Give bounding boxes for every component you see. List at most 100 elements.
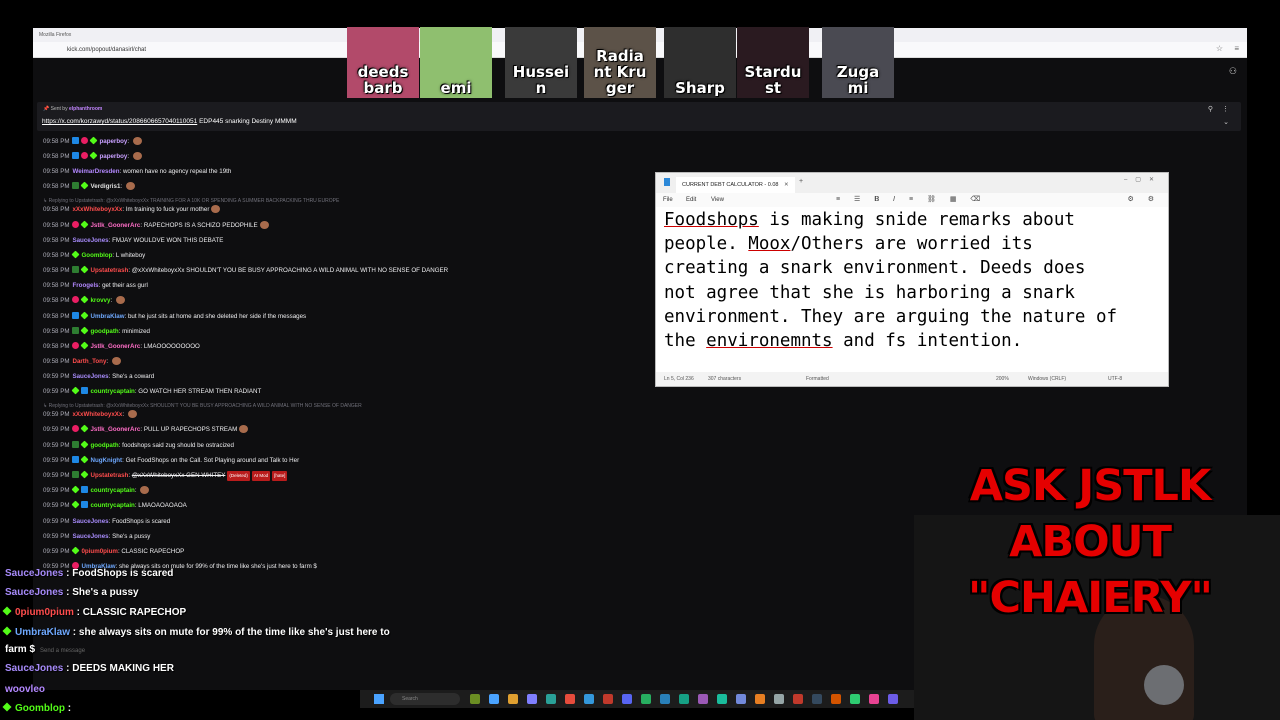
reply-context[interactable]: ↳ Replying to Upstatetrash: @xXxWhiteboy…: [43, 197, 339, 205]
chat-message[interactable]: 09:59 PM countrycaptain:: [43, 485, 150, 496]
new-tab-icon[interactable]: +: [799, 178, 803, 185]
chat-username[interactable]: Darth_Tony: [72, 358, 106, 365]
sub-badge-icon[interactable]: [81, 486, 89, 493]
taskbar-app-icon[interactable]: [508, 694, 518, 704]
chat-username[interactable]: UmbraKlaw: [90, 313, 124, 320]
chat-message[interactable]: 09:59 PM SauceJones: She's a coward: [43, 372, 154, 382]
chat-message[interactable]: 09:58 PM Froogels: get their ass gurl: [43, 281, 148, 291]
chat-message[interactable]: 09:59 PM xXxWhiteboyxXx:: [43, 410, 137, 420]
mod-badge-icon[interactable]: [72, 441, 80, 448]
webcam-tile[interactable]: Hussei n: [505, 27, 577, 98]
chat-message[interactable]: 09:58 PM xXxWhiteboyxXx: Im training to f…: [43, 205, 221, 215]
emote-icon[interactable]: [239, 425, 249, 433]
taskbar-app-icon[interactable]: [622, 694, 632, 704]
close-tab-icon[interactable]: ✕: [784, 182, 789, 188]
settings-icon[interactable]: ⚙ ⚙: [1128, 193, 1161, 207]
chat-username[interactable]: countrycaptain: [90, 388, 134, 395]
taskbar-app-icon[interactable]: [679, 694, 689, 704]
sub-badge-icon[interactable]: [72, 456, 80, 463]
taskbar-app-icon[interactable]: [869, 694, 879, 704]
sub-badge-icon[interactable]: [72, 152, 80, 159]
chat-username[interactable]: NugKnight: [90, 457, 122, 464]
chat-username[interactable]: SauceJones: [72, 533, 108, 540]
sub-badge-icon[interactable]: [81, 501, 89, 508]
sub-badge-icon[interactable]: [81, 387, 89, 394]
taskbar-app-icon[interactable]: [888, 694, 898, 704]
emote-icon[interactable]: [259, 221, 269, 229]
taskbar-app-icon[interactable]: [774, 694, 784, 704]
notepad-tab[interactable]: CURRENT DEBT CALCULATOR - 0.08 ✕: [676, 177, 795, 193]
chat-username[interactable]: paperboy: [99, 153, 127, 160]
chat-message[interactable]: 09:58 PM goodpath: minimized: [43, 326, 150, 337]
notepad-text[interactable]: Foodshops is making snide remarks about p…: [664, 208, 1164, 353]
emote-icon[interactable]: [127, 410, 137, 418]
taskbar-app-icon[interactable]: [584, 694, 594, 704]
chat-username[interactable]: Jstlk_GoonerArc: [90, 426, 140, 433]
vip-badge-icon[interactable]: [72, 221, 80, 228]
gift-badge-icon[interactable]: [81, 470, 89, 479]
emote-icon[interactable]: [140, 486, 150, 494]
chat-username[interactable]: SauceJones: [72, 373, 108, 380]
chat-message[interactable]: 09:59 PM Jstlk_GoonerArc: PULL UP RAPECHO…: [43, 424, 249, 435]
taskbar-app-icon[interactable]: [850, 694, 860, 704]
mod-badge-icon[interactable]: [72, 471, 80, 478]
mod-badge-icon[interactable]: [72, 182, 80, 189]
windows-start-icon[interactable]: [374, 694, 384, 704]
webcam-tile[interactable]: Sharp: [664, 27, 736, 98]
chat-message[interactable]: 09:59 PM countrycaptain: LMAOAOAOAOA: [43, 500, 187, 511]
sub-badge-icon[interactable]: [72, 137, 80, 144]
gift-badge-icon[interactable]: [72, 485, 80, 494]
gift-badge-icon[interactable]: [81, 341, 89, 350]
chat-username[interactable]: SauceJones: [72, 518, 108, 525]
vip-badge-icon[interactable]: [81, 152, 89, 159]
chat-message[interactable]: 09:58 PM Jstlk_GoonerArc: RAPECHOPS IS A …: [43, 220, 269, 231]
gift-badge-icon[interactable]: [81, 440, 89, 449]
gift-badge-icon[interactable]: [81, 295, 89, 304]
taskbar-app-icon[interactable]: [812, 694, 822, 704]
emote-icon[interactable]: [211, 205, 221, 213]
taskbar-app-icon[interactable]: [470, 694, 480, 704]
vip-badge-icon[interactable]: [81, 137, 89, 144]
chat-username[interactable]: xXxWhiteboyxXx: [72, 411, 122, 418]
gift-badge-icon[interactable]: [81, 326, 89, 335]
chat-message[interactable]: 09:58 PM Verdigris1:: [43, 181, 135, 192]
chat-username[interactable]: Verdigris1: [90, 183, 120, 190]
taskbar-app-icon[interactable]: [489, 694, 499, 704]
chat-username[interactable]: Jstlk_GoonerArc: [90, 222, 140, 229]
chat-message[interactable]: 09:58 PM UmbraKlaw: but he just sits at h…: [43, 311, 306, 322]
more-options-icon[interactable]: ⋮: [1222, 105, 1229, 113]
taskbar-app-icon[interactable]: [641, 694, 651, 704]
webcam-tile[interactable]: emi: [420, 27, 492, 98]
vip-badge-icon[interactable]: [72, 425, 80, 432]
emote-icon[interactable]: [125, 182, 135, 190]
chat-message[interactable]: 09:58 PM krovvy:: [43, 295, 125, 306]
chat-message[interactable]: 09:59 PM SauceJones: She's a pussy: [43, 532, 150, 542]
taskbar-app-icon[interactable]: [603, 694, 613, 704]
chat-username[interactable]: Froogels: [72, 282, 98, 289]
chat-username[interactable]: krovvy: [90, 297, 110, 304]
webcam-tile[interactable]: Radia nt Kru ger: [584, 27, 656, 98]
format-toolbar[interactable]: ≡ ☰ 𝐁 𝐼 ≡ ⛓ ▦ ⌫: [836, 193, 986, 207]
chat-username[interactable]: paperboy: [99, 138, 127, 145]
chat-message[interactable]: 09:58 PM Goomblop: L whiteboy: [43, 250, 145, 261]
taskbar-app-icon[interactable]: [793, 694, 803, 704]
gift-badge-icon[interactable]: [81, 424, 89, 433]
chat-username[interactable]: xXxWhiteboyxXx: [72, 206, 122, 213]
taskbar-app-icon[interactable]: [698, 694, 708, 704]
chat-message[interactable]: 09:58 PM paperboy:: [43, 136, 142, 147]
gift-badge-icon[interactable]: [81, 265, 89, 274]
reply-context[interactable]: ↳ Replying to Upstatetrash: @xXxWhiteboy…: [43, 402, 362, 410]
chat-message[interactable]: 09:58 PM Darth_Tony:: [43, 357, 121, 367]
chat-message[interactable]: 09:59 PM NugKnight: Get FoodShops on the …: [43, 455, 299, 466]
taskbar-app-icon[interactable]: [546, 694, 556, 704]
menu-file[interactable]: File: [663, 193, 673, 207]
taskbar-app-icon[interactable]: [736, 694, 746, 704]
gift-badge-icon[interactable]: [81, 311, 89, 320]
gift-badge-icon[interactable]: [72, 500, 80, 509]
taskbar-app-icon[interactable]: [527, 694, 537, 704]
gift-badge-icon[interactable]: [81, 220, 89, 229]
taskbar-app-icon[interactable]: [565, 694, 575, 704]
chat-username[interactable]: Jstlk_GoonerArc: [90, 343, 140, 350]
taskbar-app-icon[interactable]: [660, 694, 670, 704]
chat-message[interactable]: 09:59 PM SauceJones: FoodShops is scared: [43, 517, 170, 527]
